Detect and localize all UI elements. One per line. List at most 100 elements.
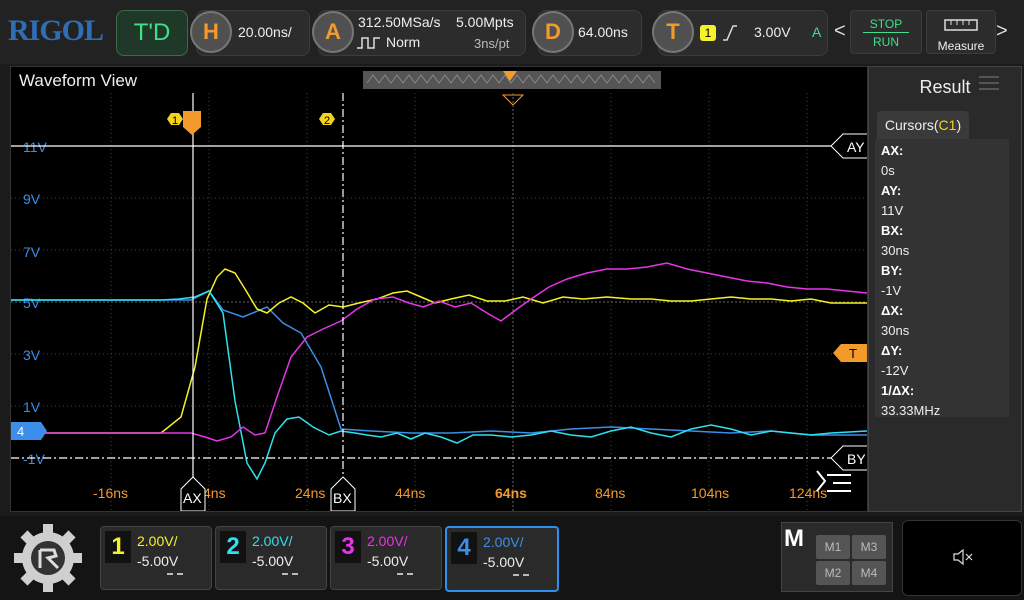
channel-offset: -5.00V <box>483 554 525 570</box>
dc-coupling-icon <box>282 573 298 581</box>
math-m3-button[interactable]: M3 <box>852 535 886 559</box>
math-m2-button[interactable]: M2 <box>816 561 850 585</box>
channel-number: 3 <box>335 531 361 563</box>
speaker-mute-icon[interactable] <box>953 549 975 565</box>
channel-scale: 2.00V/ <box>252 533 293 549</box>
math-panel[interactable]: M M1 M3 M2 M4 <box>781 522 893 592</box>
dc-coupling-icon <box>513 574 529 582</box>
ch4-trace <box>11 290 867 436</box>
cursor1-marker: 1 <box>172 115 178 127</box>
channel-number: 4 <box>451 532 477 564</box>
y-label: 9V <box>23 191 41 207</box>
y-label: 1V <box>23 399 41 415</box>
y-label: 5V <box>23 295 41 311</box>
trigger-position-marker <box>501 94 525 106</box>
result-panel: Result Cursors(C1) AX: 0s AY: 11V BX: 30… <box>868 66 1022 512</box>
cursor-ay-tag[interactable]: AY <box>847 139 865 155</box>
measure-button[interactable]: Measure <box>926 10 996 54</box>
gear-icon[interactable] <box>10 520 86 596</box>
result-value: 11V <box>881 203 904 218</box>
channel-scale: 2.00V/ <box>367 533 408 549</box>
math-label: M <box>784 525 804 552</box>
trigger-icon[interactable]: T <box>652 11 694 53</box>
result-key: BY: <box>881 263 903 278</box>
result-value: -1V <box>881 283 902 298</box>
x-label: 124ns <box>789 485 827 501</box>
pulse-icon <box>357 37 380 49</box>
run-stop-button[interactable]: STOP RUN <box>850 10 922 54</box>
channel-number: 2 <box>220 531 246 563</box>
tab-cursors-c1: C1 <box>938 117 957 133</box>
waveform-view[interactable]: Waveform View 11V 9V 7V 5V 3V 1V -1V -16… <box>10 66 868 512</box>
cursor-by-tag[interactable]: BY <box>847 451 866 467</box>
channel-offset: -5.00V <box>367 553 409 569</box>
acquire-mode: Norm <box>386 34 421 50</box>
stop-label: STOP <box>869 17 903 31</box>
horizontal-scale: 20.00ns/ <box>238 24 292 40</box>
cursor-bx-tag[interactable]: BX <box>333 490 352 506</box>
ch2-trace <box>11 290 867 481</box>
measure-label: Measure <box>937 39 985 53</box>
mode-button[interactable]: T'D <box>116 10 188 56</box>
trigger-level: 3.00V <box>754 24 791 40</box>
x-label: 84ns <box>595 485 625 501</box>
channel-1-panel[interactable]: 1 2.00V/ -5.00V <box>100 526 212 590</box>
y-label: -1V <box>23 451 45 467</box>
channel-offset: -5.00V <box>137 553 179 569</box>
cursor2-marker: 2 <box>324 115 330 127</box>
result-value: -12V <box>881 363 909 378</box>
acquire-memory: 5.00Mpts <box>456 14 514 30</box>
result-value: 30ns <box>881 323 910 338</box>
x-label: 104ns <box>691 485 729 501</box>
left-arrow-icon[interactable]: < <box>834 20 846 43</box>
horizontal-icon[interactable]: H <box>190 11 232 53</box>
ch4-ground-marker[interactable]: 4 <box>17 424 24 439</box>
cursor-results: AX: 0s AY: 11V BX: 30ns BY: -1V ΔX: 30ns… <box>875 139 1009 418</box>
channel-4-panel[interactable]: 4 2.00V/ -5.00V <box>445 526 559 592</box>
rising-edge-icon <box>723 25 737 41</box>
channel-scale: 2.00V/ <box>137 533 178 549</box>
tab-cursors[interactable]: Cursors(C1) <box>877 111 969 139</box>
result-key: 1/ΔX: <box>881 383 915 398</box>
channel-2-panel[interactable]: 2 2.00V/ -5.00V <box>215 526 327 590</box>
x-label: 64ns <box>495 485 527 501</box>
y-label: 11V <box>23 139 48 155</box>
result-key: ΔY: <box>881 343 903 358</box>
right-arrow-icon[interactable]: > <box>996 20 1008 43</box>
trigger-source-badge: 1 <box>700 25 716 41</box>
waveform-plot[interactable]: 11V 9V 7V 5V 3V 1V -1V -16ns 4ns 24ns 44… <box>11 67 867 511</box>
result-key: ΔX: <box>881 303 904 318</box>
delay-icon[interactable]: D <box>532 11 574 53</box>
y-label: 7V <box>23 244 41 260</box>
cursor-ax-tag[interactable]: AX <box>183 490 202 506</box>
tab-cursors-prefix: Cursors( <box>884 117 939 133</box>
sound-panel[interactable] <box>902 520 1022 596</box>
x-label: 44ns <box>395 485 425 501</box>
result-menu-icon[interactable] <box>979 75 999 91</box>
ch1-trace <box>11 268 867 434</box>
ch3-trace <box>11 262 867 442</box>
ruler-icon <box>944 19 978 31</box>
result-value: 0s <box>881 163 895 178</box>
acquire-rate: 312.50MSa/s <box>358 14 441 30</box>
math-m4-button[interactable]: M4 <box>852 561 886 585</box>
channel-offset: -5.00V <box>252 553 294 569</box>
channel-number: 1 <box>105 531 131 563</box>
channel-scale: 2.00V/ <box>483 534 524 550</box>
trigger-level-marker[interactable]: T <box>849 346 857 361</box>
x-label: -16ns <box>93 485 128 501</box>
acquire-resolution: 3ns/pt <box>474 36 510 51</box>
dc-coupling-icon <box>397 573 413 581</box>
dc-coupling-icon <box>167 573 183 581</box>
run-label: RUN <box>873 35 899 49</box>
channel-3-panel[interactable]: 3 2.00V/ -5.00V <box>330 526 442 590</box>
result-value: 33.33MHz <box>881 403 941 418</box>
math-m1-button[interactable]: M1 <box>816 535 850 559</box>
delay-value: 64.00ns <box>578 24 628 40</box>
acquire-icon[interactable]: A <box>312 11 354 53</box>
result-key: BX: <box>881 223 904 238</box>
result-key: AX: <box>881 143 904 158</box>
x-label: 4ns <box>203 485 226 501</box>
tab-cursors-suffix: ) <box>956 117 962 133</box>
top-bar: RIGOL T'D H 20.00ns/ A 312.50MSa/s Norm … <box>0 0 1024 64</box>
